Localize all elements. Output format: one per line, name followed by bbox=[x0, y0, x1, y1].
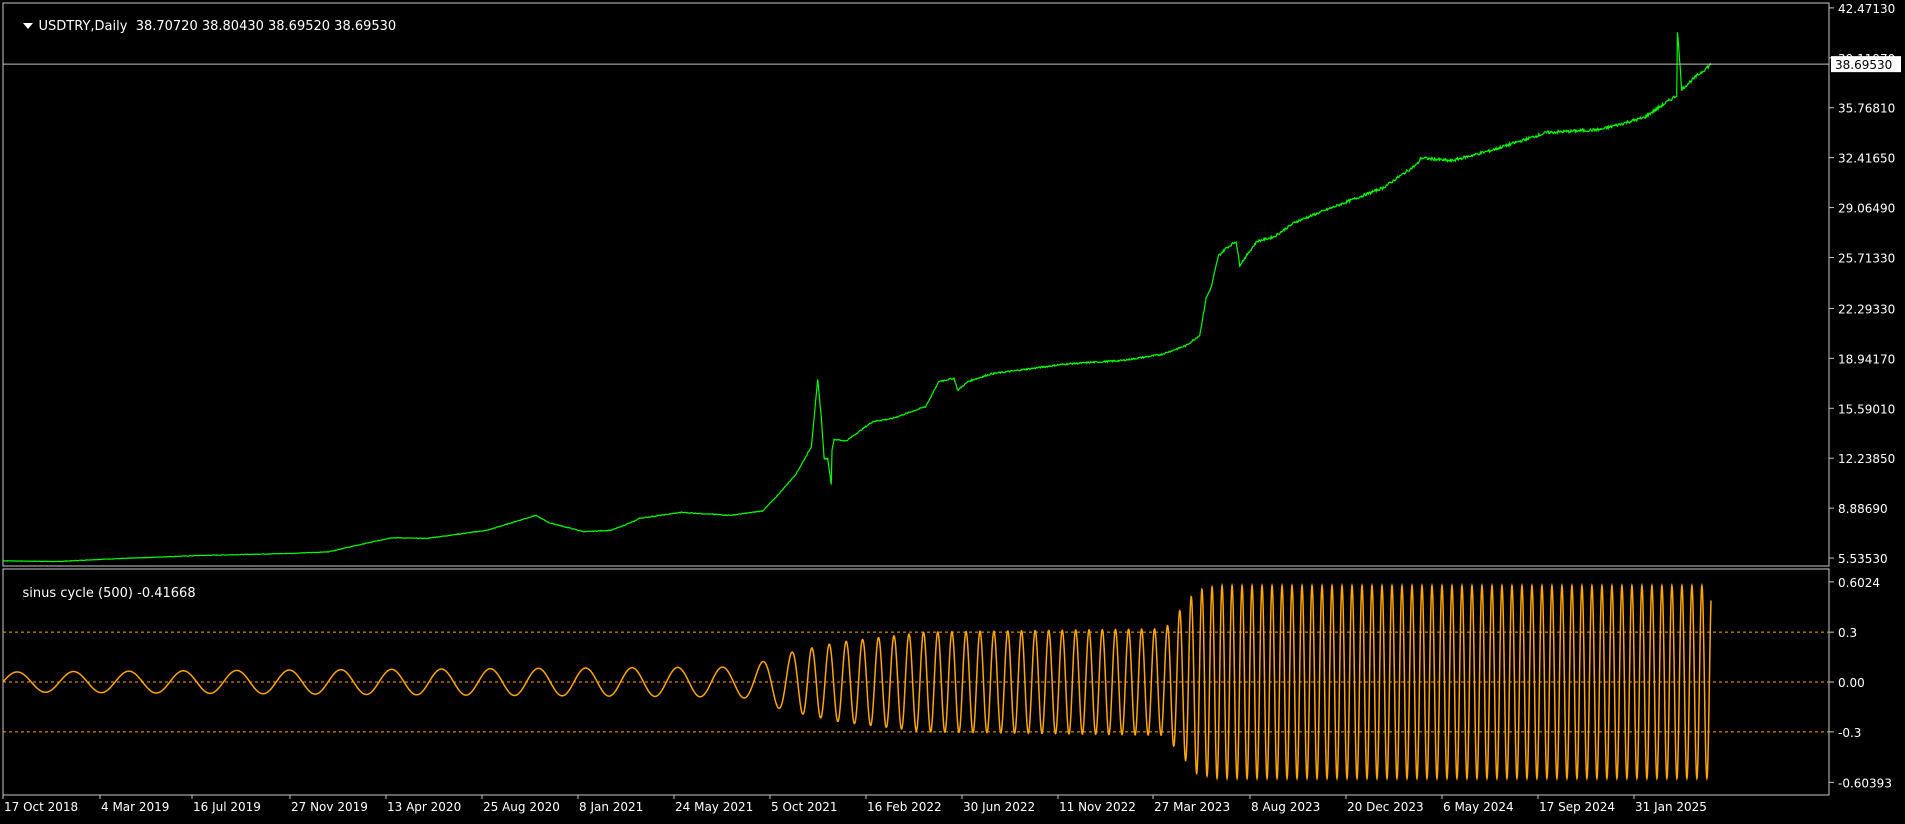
price-axis-label: 8.88690 bbox=[1838, 502, 1888, 516]
oscillator-axis-label: 0.00 bbox=[1838, 676, 1865, 690]
time-axis-label: 8 Jan 2021 bbox=[579, 800, 643, 814]
price-axis-label: 5.53530 bbox=[1838, 552, 1888, 566]
time-axis-label: 27 Nov 2019 bbox=[291, 800, 368, 814]
time-axis-label: 8 Aug 2023 bbox=[1251, 800, 1320, 814]
time-axis-label: 16 Feb 2022 bbox=[867, 800, 942, 814]
time-axis-label: 17 Oct 2018 bbox=[4, 800, 78, 814]
price-axis-label: 35.76810 bbox=[1838, 102, 1895, 116]
price-axis-label: 18.94170 bbox=[1838, 352, 1895, 366]
time-axis-label: 31 Jan 2025 bbox=[1635, 800, 1707, 814]
indicator-value: -0.41668 bbox=[137, 586, 196, 601]
price-axis-label: 22.29330 bbox=[1838, 302, 1895, 316]
price-axis-label: 12.23850 bbox=[1838, 452, 1895, 466]
main-pane-title: USDTRY,Daily 38.70720 38.80430 38.69520 … bbox=[6, 4, 396, 49]
chart-window: 17 Oct 2018 4 Mar 2019 16 Jul 2019 27 Nov 2… bbox=[0, 0, 1905, 820]
time-axis-label: 20 Dec 2023 bbox=[1347, 800, 1424, 814]
sub-pane-title: sinus cycle (500) -0.41668 bbox=[6, 571, 196, 616]
time-axis-label: 27 Mar 2023 bbox=[1154, 800, 1230, 814]
collapse-triangle-icon[interactable] bbox=[22, 22, 33, 29]
time-axis-label: 13 Apr 2020 bbox=[387, 800, 461, 814]
oscillator-axis-label: 0.3 bbox=[1838, 626, 1857, 640]
oscillator-axis-label: 0.6024 bbox=[1838, 576, 1880, 590]
time-axis-label: 4 Mar 2019 bbox=[101, 800, 169, 814]
time-axis-label: 6 May 2024 bbox=[1443, 800, 1514, 814]
oscillator-axis-label: -0.60393 bbox=[1838, 776, 1892, 790]
time-axis-label: 25 Aug 2020 bbox=[483, 800, 560, 814]
time-axis-label: 24 May 2021 bbox=[675, 800, 753, 814]
chart-canvas[interactable]: 17 Oct 2018 4 Mar 2019 16 Jul 2019 27 Nov 2… bbox=[0, 0, 1905, 820]
price-axis-label: 25.71330 bbox=[1838, 251, 1895, 265]
price-axis-label: 32.41650 bbox=[1838, 152, 1895, 166]
time-axis-label: 17 Sep 2024 bbox=[1539, 800, 1615, 814]
price-axis-label: 29.06490 bbox=[1838, 202, 1895, 216]
oscillator-axis-label: -0.3 bbox=[1838, 726, 1861, 740]
time-axis-label: 16 Jul 2019 bbox=[193, 800, 261, 814]
time-axis-label: 5 Oct 2021 bbox=[771, 800, 838, 814]
symbol-timeframe: USDTRY,Daily bbox=[38, 19, 128, 34]
time-axis-label: 30 Jun 2022 bbox=[963, 800, 1035, 814]
price-axis-label: 42.47130 bbox=[1838, 2, 1895, 16]
price-axis-label: 15.59010 bbox=[1838, 402, 1895, 416]
indicator-name: sinus cycle (500) bbox=[22, 586, 133, 601]
time-axis-label: 11 Nov 2022 bbox=[1059, 800, 1136, 814]
current-price-label: 38.69530 bbox=[1835, 58, 1892, 72]
ohlc-values: 38.70720 38.80430 38.69520 38.69530 bbox=[135, 19, 397, 34]
